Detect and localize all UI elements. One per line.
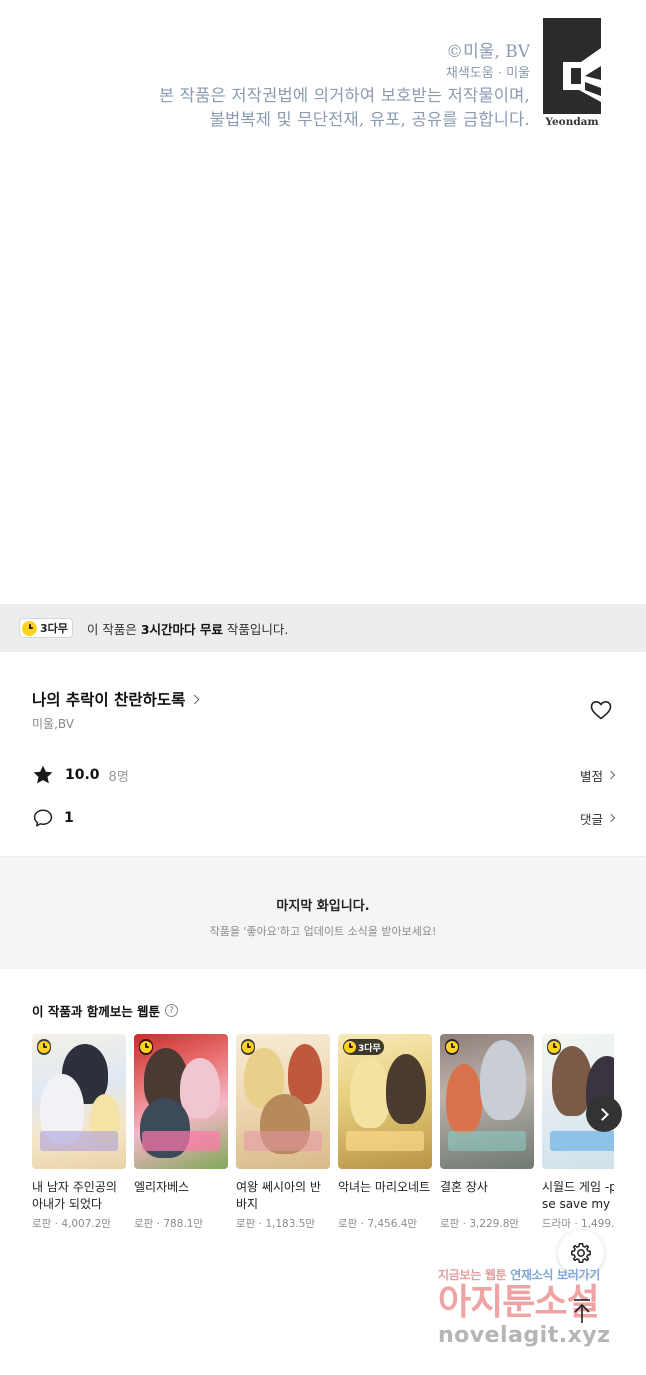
- clock-icon: [38, 1041, 50, 1053]
- rating-value: 10.0: [65, 767, 100, 783]
- copyright-owner: ©미울, BV: [446, 42, 530, 62]
- rating-link[interactable]: 별점: [579, 766, 616, 785]
- work-title: 나의 추락이 찬란하도록: [32, 691, 186, 709]
- recommendation-card[interactable]: 결혼 장사 로판 · 3,229.8만: [440, 1034, 534, 1231]
- free-badge: [445, 1039, 459, 1055]
- recommendations-title: 이 작품과 함께보는 웹툰: [32, 1004, 161, 1019]
- recommendation-meta: 로판 · 7,456.4만: [338, 1218, 418, 1230]
- last-episode-subtitle: 작품을 '좋아요'하고 업데이트 소식을 받아보세요!: [209, 925, 437, 938]
- comment-icon: [33, 809, 53, 827]
- yeondam-logo: Yeondam: [543, 18, 601, 130]
- free-banner-prefix: 이 작품은: [86, 621, 141, 637]
- free-badge: [139, 1039, 153, 1055]
- clock-icon: [548, 1041, 560, 1053]
- clock-icon: [344, 1041, 356, 1053]
- help-icon[interactable]: ?: [165, 1004, 179, 1017]
- clock-icon: [446, 1041, 458, 1053]
- recommendation-card[interactable]: 여왕 쎄시아의 반바지 로판 · 1,183.5만: [236, 1034, 330, 1231]
- copyright-coloring: 채색도움 · 미울: [445, 66, 530, 81]
- copyright-text: ©미울, BV 채색도움 · 미울 본 작품은 저작권법에 의거하여 보호받는 …: [159, 40, 530, 132]
- recommendations-section: 이 작품과 함께보는 웹툰 ? 내 남자 주인공의 아내가 되었다 로판 · 4…: [0, 969, 646, 1259]
- work-title-link[interactable]: 나의 추락이 찬란하도록: [32, 688, 200, 710]
- free-banner-suffix: 작품입니다.: [222, 621, 289, 637]
- recommendation-title: 결혼 장사: [440, 1180, 488, 1194]
- cover-image: [440, 1034, 534, 1169]
- recommendation-title: 시월드 게임 -please save my: [542, 1180, 614, 1211]
- clock-icon: [242, 1041, 254, 1053]
- watermark-brand: 아지툰소설: [438, 1282, 600, 1323]
- watermark-tagline-a: 지금보는 웹툰: [438, 1268, 511, 1282]
- free-banner-highlight: 3시간마다 무료: [140, 621, 223, 637]
- viewer-page: ©미울, BV 채색도움 · 미울 본 작품은 저작권법에 의거하여 보호받는 …: [0, 0, 646, 1375]
- yeondam-mark-icon: [543, 18, 601, 114]
- work-info-section: 나의 추락이 찬란하도록 미울,BV 10.0 8명 별점 1 댓글: [0, 652, 646, 856]
- recommendation-meta: 드라마 · 1,499.5만: [542, 1218, 614, 1230]
- watermark-url: novelagit.xyz: [438, 1323, 611, 1348]
- recommendation-card[interactable]: 내 남자 주인공의 아내가 되었다 로판 · 4,007.2만: [32, 1034, 126, 1231]
- comment-row: 1 댓글: [32, 807, 616, 829]
- recommendation-card[interactable]: 시월드 게임 -please save my 드라마 · 1,499.5만: [542, 1034, 614, 1231]
- arrow-up-icon: [574, 1299, 590, 1323]
- 3damu-badge: 3다무: [343, 1039, 384, 1055]
- clock-icon: [140, 1041, 152, 1053]
- copyright-notice-1: 본 작품은 저작권법에 의거하여 보호받는 저작물이며,: [158, 86, 530, 105]
- rating-count: 8명: [108, 769, 129, 785]
- star-icon: [33, 765, 53, 784]
- free-banner-text: 이 작품은 3시간마다 무료 작품입니다.: [87, 619, 288, 638]
- recommendation-meta: 로판 · 3,229.8만: [440, 1218, 520, 1230]
- chevron-right-icon: [606, 813, 616, 823]
- recommendation-meta: 로판 · 4,007.2만: [32, 1218, 112, 1230]
- clock-icon: [22, 620, 37, 636]
- recommendation-title: 엘리자베스: [134, 1180, 190, 1194]
- last-episode-notice: 마지막 화입니다. 작품을 '좋아요'하고 업데이트 소식을 받아보세요!: [0, 856, 646, 969]
- 3damu-badge-label: 3다무: [358, 1043, 381, 1054]
- recommendation-carousel: 내 남자 주인공의 아내가 되었다 로판 · 4,007.2만 엘리자베스 로판…: [32, 1034, 614, 1244]
- chevron-right-icon: [189, 694, 200, 704]
- work-author: 미울,BV: [32, 717, 74, 731]
- chevron-right-icon: [606, 770, 616, 780]
- rating-link-label: 별점: [579, 768, 603, 784]
- free-badge: [547, 1039, 561, 1055]
- copyright-notice-2: 불법복제 및 무단전재, 유포, 공유를 금합니다.: [209, 110, 530, 129]
- comment-link-label: 댓글: [579, 811, 603, 827]
- free-every-3h-banner: 3다무 이 작품은 3시간마다 무료 작품입니다.: [0, 604, 646, 652]
- cover-image: [32, 1034, 126, 1169]
- carousel-next-button[interactable]: [586, 1096, 622, 1132]
- recommendation-title: 악녀는 마리오네트: [338, 1180, 431, 1194]
- recommendation-meta: 로판 · 788.1만: [134, 1218, 204, 1230]
- gear-icon: [571, 1243, 591, 1263]
- watermark: 지금보는 웹툰 연재소식 보러가기 아지툰소설 novelagit.xyz: [438, 1266, 638, 1366]
- comment-link[interactable]: 댓글: [579, 809, 616, 828]
- last-episode-title: 마지막 화입니다.: [276, 899, 370, 914]
- cover-image: 3다무: [338, 1034, 432, 1169]
- watermark-tagline-b: 연재소식 보러가기: [510, 1268, 601, 1282]
- heart-icon: [590, 701, 612, 720]
- recommendation-title: 여왕 쎄시아의 반바지: [236, 1180, 321, 1211]
- free-badge: [241, 1039, 255, 1055]
- cover-image: [134, 1034, 228, 1169]
- recommendation-title: 내 남자 주인공의 아내가 되었다: [32, 1180, 117, 1211]
- recommendation-card[interactable]: 엘리자베스 로판 · 788.1만: [134, 1034, 228, 1231]
- free-badge: [37, 1039, 51, 1055]
- copyright-block: ©미울, BV 채색도움 · 미울 본 작품은 저작권법에 의거하여 보호받는 …: [0, 18, 646, 138]
- rating-row: 10.0 8명 별점: [32, 764, 616, 786]
- recommendations-header: 이 작품과 함께보는 웹툰 ?: [32, 1001, 179, 1020]
- yeondam-logo-text: Yeondam: [545, 116, 599, 128]
- chevron-right-icon: [596, 1107, 609, 1121]
- 3damu-badge: 3다무: [19, 618, 73, 638]
- watermark-tagline: 지금보는 웹툰 연재소식 보러가기: [438, 1266, 638, 1283]
- comment-count: 1: [64, 810, 74, 826]
- recommendation-meta: 로판 · 1,183.5만: [236, 1218, 316, 1230]
- 3damu-badge-label: 3다무: [40, 622, 68, 635]
- cover-image: [236, 1034, 330, 1169]
- scroll-top-button[interactable]: [566, 1292, 598, 1330]
- recommendation-card[interactable]: 3다무 악녀는 마리오네트 로판 · 7,456.4만: [338, 1034, 432, 1231]
- like-button[interactable]: [589, 698, 613, 722]
